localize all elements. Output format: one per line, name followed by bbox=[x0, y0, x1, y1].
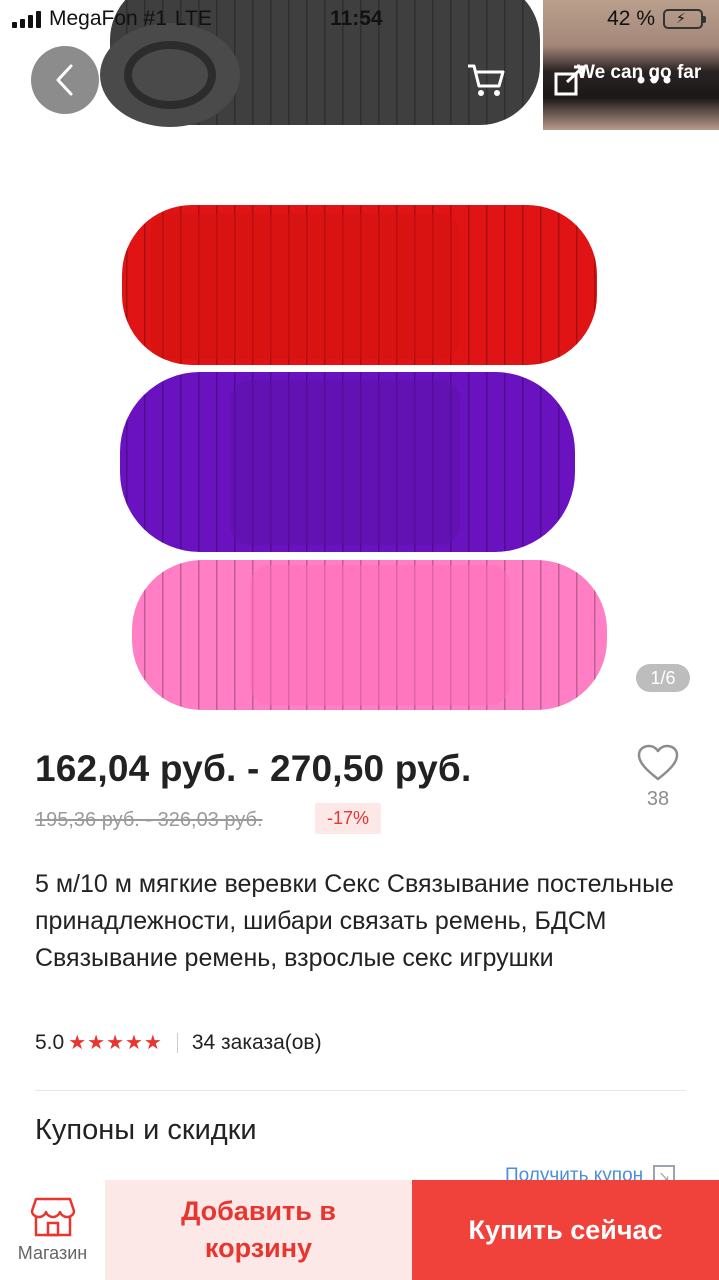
product-gallery[interactable]: We can go far MegaFon #1 LTE 11:54 42 % … bbox=[0, 0, 719, 720]
buy-now-button[interactable]: Купить сейчас bbox=[412, 1180, 719, 1280]
rating-stars: ★★★★★ bbox=[68, 1032, 163, 1054]
store-icon bbox=[30, 1197, 75, 1236]
add-to-cart-button[interactable]: Добавить в корзину bbox=[105, 1180, 412, 1280]
rating-row[interactable]: 5.0 ★★★★★ 34 заказа(ов) bbox=[35, 1030, 322, 1055]
share-icon bbox=[554, 65, 585, 96]
wish-count: 38 bbox=[646, 788, 670, 810]
heart-icon bbox=[637, 744, 679, 781]
more-button[interactable] bbox=[620, 46, 688, 114]
store-label: Магазин bbox=[17, 1242, 88, 1263]
red-rope bbox=[122, 205, 597, 365]
product-title: 5 м/10 м мягкие веревки Секс Связывание … bbox=[35, 870, 674, 972]
discount-badge: -17% bbox=[315, 803, 382, 834]
carrier-name: MegaFon #1 bbox=[49, 7, 167, 30]
status-bar: MegaFon #1 LTE 11:54 42 % ⚡ bbox=[0, 0, 719, 40]
coupons-section-title: Купоны и скидки bbox=[35, 1114, 257, 1146]
network-type: LTE bbox=[174, 7, 212, 30]
page-indicator: 1/6 bbox=[636, 664, 690, 692]
chevron-left-icon bbox=[56, 64, 73, 96]
old-price: 195,36 руб. - 326,03 руб. bbox=[35, 809, 263, 831]
signal-icon bbox=[12, 10, 41, 28]
more-icon bbox=[637, 76, 671, 84]
purple-rope bbox=[120, 372, 575, 552]
cart-button[interactable] bbox=[452, 46, 520, 114]
share-button[interactable] bbox=[536, 46, 604, 114]
rating-value: 5.0 bbox=[35, 1030, 65, 1054]
wishlist-button[interactable]: 38 bbox=[634, 744, 682, 811]
battery-icon: ⚡ bbox=[663, 9, 706, 29]
back-button[interactable] bbox=[31, 46, 99, 114]
clock: 11:54 bbox=[330, 7, 383, 30]
cart-icon bbox=[468, 64, 505, 96]
product-price: 162,04 руб. - 270,50 руб. bbox=[35, 748, 472, 789]
orders-count: 34 заказа(ов) bbox=[191, 1030, 322, 1054]
pink-rope bbox=[132, 560, 607, 710]
separator bbox=[176, 1032, 178, 1053]
battery-percent: 42 % bbox=[607, 7, 655, 30]
bottom-action-bar: Магазин Добавить в корзину Купить сейчас bbox=[0, 1180, 719, 1280]
divider bbox=[35, 1090, 686, 1091]
store-button[interactable]: Магазин bbox=[0, 1180, 105, 1280]
